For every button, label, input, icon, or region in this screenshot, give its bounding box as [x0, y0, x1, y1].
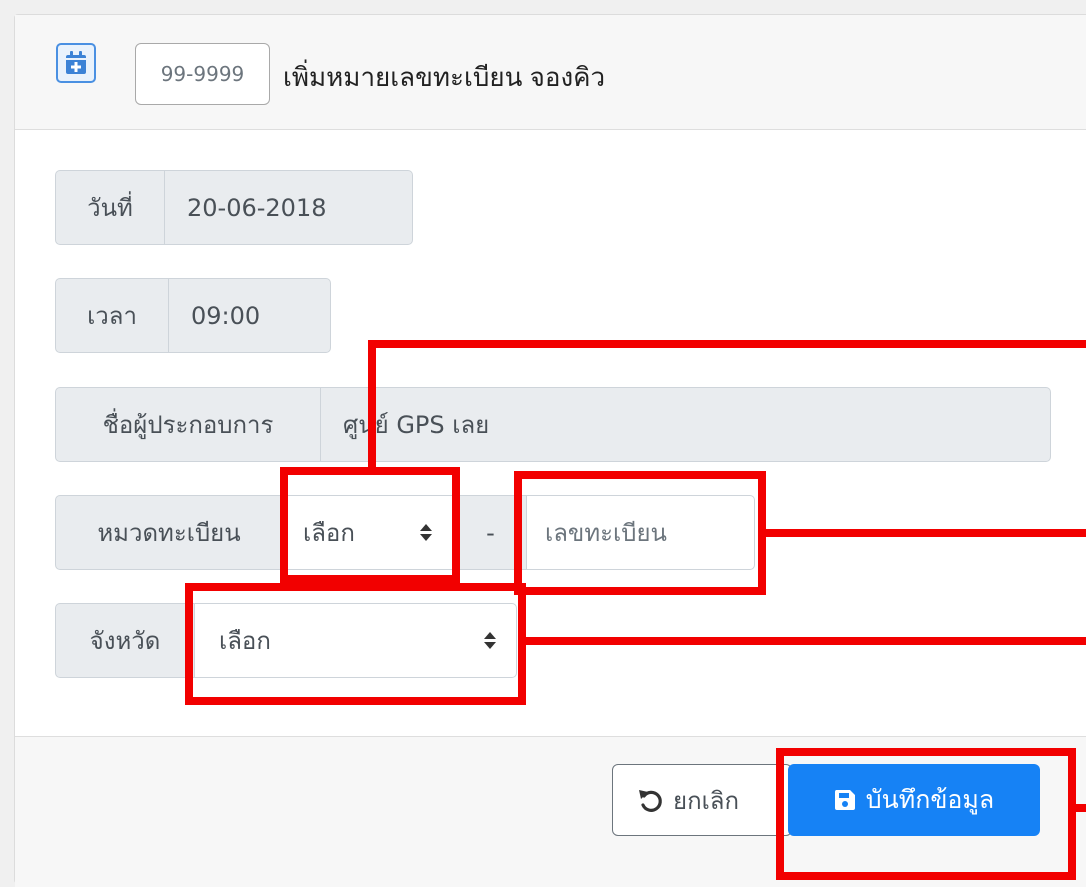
operator-label: ชื่อผู้ประกอบการ — [55, 387, 321, 462]
date-group: วันที่ 20-06-2018 — [55, 170, 413, 245]
connector-line — [522, 637, 1086, 645]
operator-value: ศูนย์ GPS เลย — [321, 387, 1051, 462]
plate-format-badge: 99-9999 — [135, 43, 270, 105]
operator-group: ชื่อผู้ประกอบการ ศูนย์ GPS เลย — [55, 387, 1051, 462]
time-group: เวลา 09:00 — [55, 278, 331, 353]
calendar-plus-icon — [66, 51, 86, 74]
connector-line — [1070, 804, 1086, 812]
time-value: 09:00 — [169, 278, 331, 353]
plate-category-label: หมวดทะเบียน — [55, 495, 283, 570]
card-header: 99-9999 เพิ่มหมายเลขทะเบียน จองคิว — [15, 15, 1086, 130]
time-label: เวลา — [55, 278, 169, 353]
highlight-save-button — [776, 748, 1076, 880]
calendar-button[interactable] — [56, 43, 96, 83]
highlight-plate-category — [280, 467, 460, 583]
highlight-province — [185, 583, 526, 705]
date-value: 20-06-2018 — [165, 170, 413, 245]
province-label: จังหวัด — [55, 603, 195, 678]
cancel-button-label: ยกเลิก — [673, 786, 740, 815]
connector-line — [764, 529, 1086, 537]
undo-icon — [639, 790, 662, 812]
cancel-button[interactable]: ยกเลิก — [612, 764, 792, 836]
connector-line — [368, 340, 1086, 348]
page-title: เพิ่มหมายเลขทะเบียน จองคิว — [283, 62, 606, 92]
date-label: วันที่ — [55, 170, 165, 245]
highlight-plate-number — [514, 471, 766, 595]
connector-line — [368, 340, 376, 470]
